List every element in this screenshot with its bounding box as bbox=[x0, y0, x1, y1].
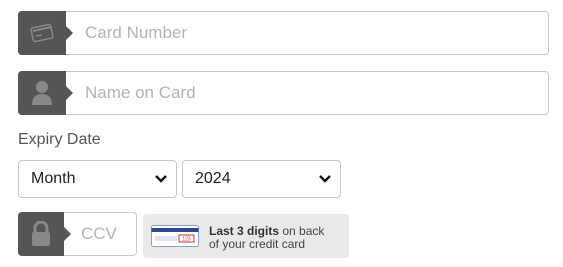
name-on-card-field[interactable] bbox=[18, 71, 549, 115]
card-back-ccv-text: 123 bbox=[182, 237, 191, 243]
user-icon bbox=[32, 81, 52, 105]
expiry-month-select[interactable]: Month bbox=[18, 160, 177, 198]
card-number-field[interactable] bbox=[18, 11, 549, 55]
chevron-down-icon bbox=[155, 175, 167, 183]
card-number-input[interactable] bbox=[79, 12, 539, 54]
ccv-hint-line2: of your credit card bbox=[209, 237, 306, 251]
ccv-hint-text: Last 3 digits on back of your credit car… bbox=[209, 225, 324, 251]
name-on-card-input[interactable] bbox=[79, 72, 539, 114]
ccv-hint-rest: on back bbox=[279, 224, 325, 238]
card-number-icon-box bbox=[18, 11, 73, 55]
ccv-icon-box bbox=[18, 212, 71, 256]
expiry-date-label: Expiry Date bbox=[18, 131, 101, 148]
chevron-down-icon bbox=[319, 175, 331, 183]
ccv-hint: 123 Last 3 digits on back of your credit… bbox=[143, 214, 349, 258]
expiry-month-value: Month bbox=[31, 170, 76, 187]
ccv-input[interactable] bbox=[75, 213, 135, 255]
credit-card-icon bbox=[30, 23, 54, 43]
card-back-icon: 123 bbox=[151, 225, 199, 247]
expiry-year-value: 2024 bbox=[195, 170, 231, 187]
expiry-year-select[interactable]: 2024 bbox=[182, 160, 341, 198]
name-on-card-icon-box bbox=[18, 71, 73, 115]
ccv-hint-bold: Last 3 digits bbox=[209, 224, 280, 238]
ccv-field[interactable] bbox=[18, 212, 137, 256]
lock-icon bbox=[32, 221, 50, 246]
